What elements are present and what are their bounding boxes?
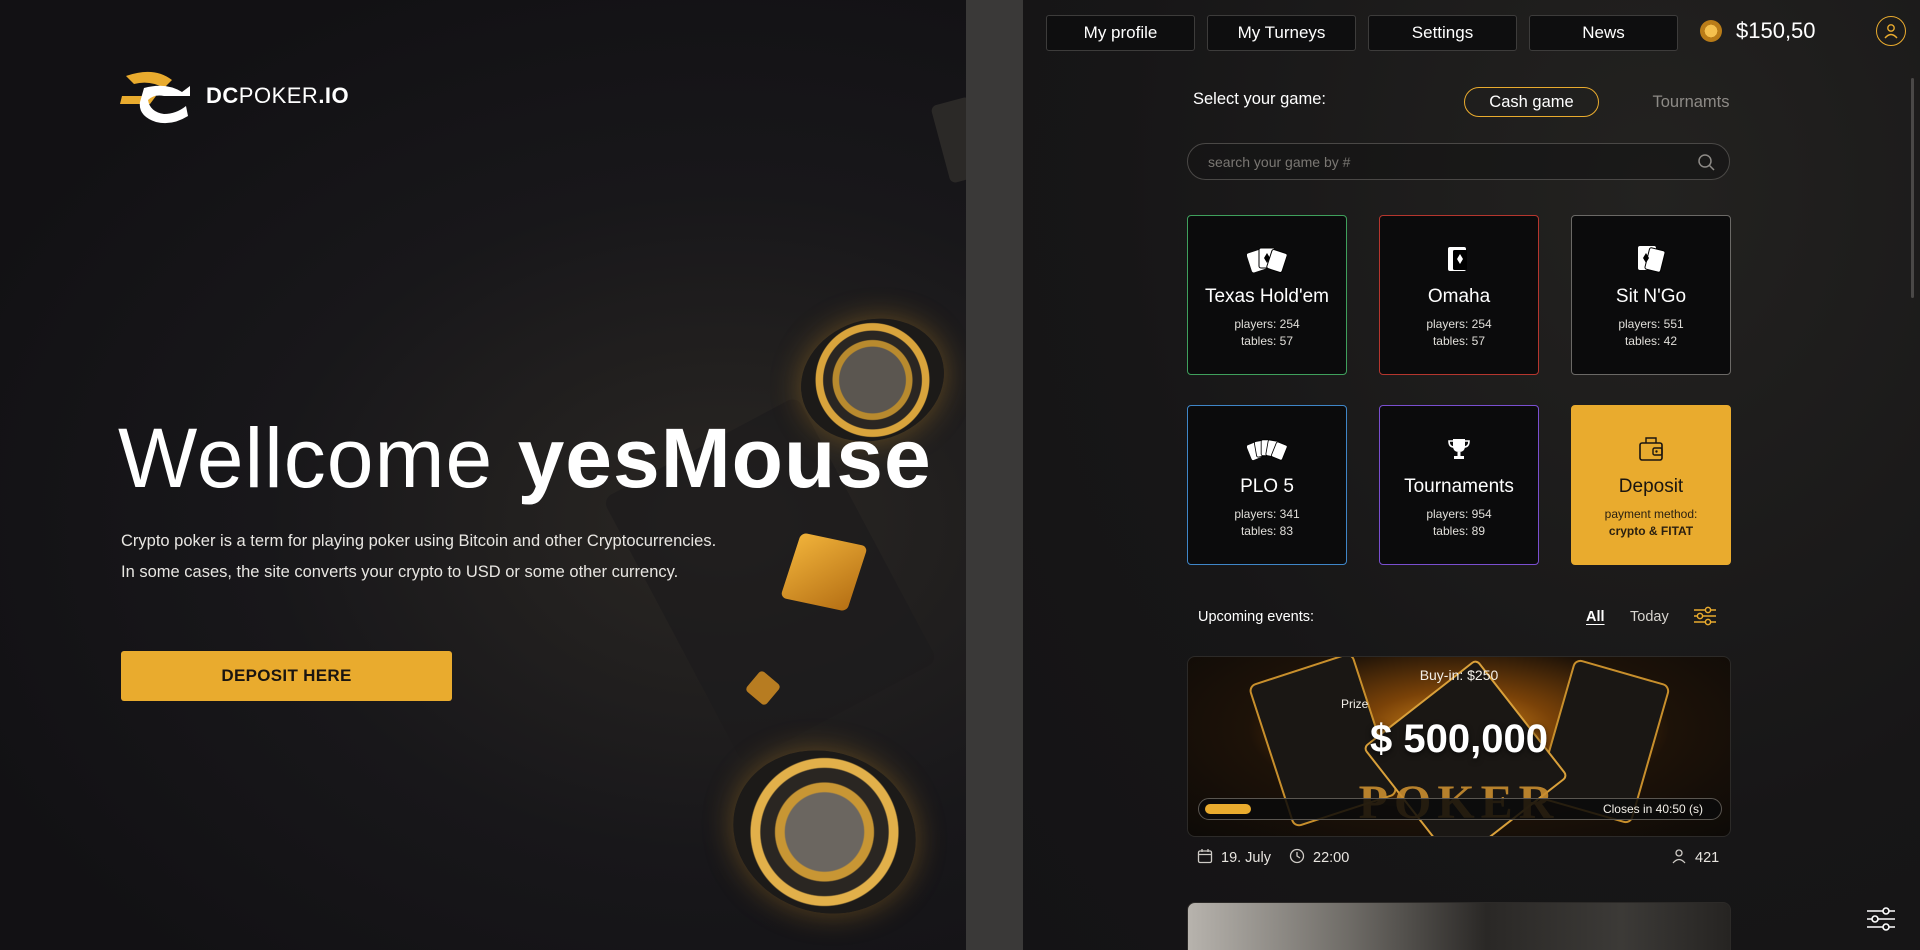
tab-tournaments[interactable]: Tournamts	[1623, 87, 1759, 117]
tables-count: tables: 57	[1432, 334, 1486, 348]
select-game-label: Select your game:	[1193, 90, 1326, 108]
logo-text: DCPOKER.IO	[206, 83, 350, 108]
event-progress-fill	[1205, 804, 1251, 814]
brand-logo[interactable]: DCPOKER.IO	[120, 68, 349, 124]
trophy-icon	[1439, 434, 1479, 464]
nav-my-turneys[interactable]: My Turneys	[1207, 15, 1356, 51]
clock-icon	[1289, 848, 1305, 868]
calendar-icon	[1197, 848, 1213, 868]
description-line: Crypto poker is a term for playing poker…	[121, 532, 717, 550]
event-time: 22:00	[1289, 848, 1349, 868]
tables-count: tables: 42	[1624, 334, 1678, 348]
game-card-plo5[interactable]: PLO 5 players: 341 tables: 83	[1187, 405, 1347, 565]
welcome-heading: Wellcome yesMouse	[118, 411, 932, 505]
event-progress-bar: Closes in 40:50 (s)	[1198, 798, 1722, 820]
logo-mark-icon	[120, 68, 190, 124]
hero-description: Crypto poker is a term for playing poker…	[121, 526, 716, 588]
sliders-settings-icon[interactable]	[1864, 905, 1898, 935]
cards-pair-icon	[1439, 244, 1479, 274]
event-card[interactable]	[1187, 902, 1731, 950]
nav-settings[interactable]: Settings	[1368, 15, 1517, 51]
event-time-text: 22:00	[1313, 850, 1350, 866]
description-line: In some cases, the site converts your cr…	[121, 563, 679, 581]
nav-my-profile[interactable]: My profile	[1046, 15, 1195, 51]
filter-all[interactable]: All	[1586, 609, 1605, 625]
event-card[interactable]: POKER Buy-in: $250 Prize $ 500,000 Close…	[1187, 656, 1731, 837]
search-box	[1187, 143, 1730, 180]
game-card-texas-holdem[interactable]: Texas Hold'em players: 254 tables: 57	[1187, 215, 1347, 375]
hero-section: DCPOKER.IO Wellcome yesMouse Crypto poke…	[0, 0, 966, 950]
cards-five-icon	[1247, 434, 1287, 464]
user-icon	[1671, 848, 1687, 868]
event-prize-amount: $ 500,000	[1370, 717, 1548, 761]
game-card-omaha[interactable]: Omaha players: 254 tables: 57	[1379, 215, 1539, 375]
filter-sliders-icon[interactable]	[1693, 605, 1717, 632]
balance-amount: $150,50	[1736, 18, 1816, 43]
deposit-card[interactable]: Deposit payment method: crypto & FITAT	[1571, 405, 1731, 565]
username: yesMouse	[517, 411, 932, 505]
game-name: Texas Hold'em	[1204, 286, 1329, 307]
tables-count: tables: 57	[1240, 334, 1294, 348]
players-count: players: 341	[1234, 507, 1300, 521]
search-icon[interactable]	[1697, 153, 1715, 176]
wallet-icon	[1631, 434, 1671, 464]
game-card-tournaments[interactable]: Tournaments players: 954 tables: 89	[1379, 405, 1539, 565]
game-name: Sit N'Go	[1615, 286, 1687, 307]
event-players: 421	[1671, 848, 1719, 868]
players-count: players: 254	[1426, 317, 1492, 331]
app-root: DCPOKER.IO Wellcome yesMouse Crypto poke…	[0, 0, 1920, 950]
game-name: PLO 5	[1240, 476, 1294, 497]
wallet-balance[interactable]: $150,50	[1700, 18, 1816, 44]
game-panel: My profile My Turneys Settings News $150…	[1023, 0, 1920, 950]
decorative-card	[930, 96, 966, 184]
event-buyin: Buy-in: $250	[1419, 667, 1499, 683]
deposit-here-button[interactable]: DEPOSIT HERE	[121, 651, 452, 701]
deposit-title: Deposit	[1618, 476, 1684, 497]
nav-news[interactable]: News	[1529, 15, 1678, 51]
players-count: players: 954	[1426, 507, 1492, 521]
panel-divider	[966, 0, 1023, 950]
players-count: players: 551	[1618, 317, 1684, 331]
event-date: 19. July	[1197, 848, 1271, 868]
top-nav: My profile My Turneys Settings News	[1046, 15, 1678, 51]
upcoming-events-label: Upcoming events:	[1198, 609, 1315, 625]
search-input[interactable]	[1188, 144, 1668, 179]
payment-method-label: payment method:	[1604, 507, 1698, 521]
cards-fan-icon	[1247, 244, 1287, 274]
game-name: Tournaments	[1404, 476, 1514, 497]
tab-cash-game[interactable]: Cash game	[1464, 87, 1599, 117]
event-date-text: 19. July	[1221, 850, 1271, 866]
tables-count: tables: 89	[1432, 524, 1486, 538]
filter-today[interactable]: Today	[1630, 609, 1669, 625]
game-card-sit-n-go[interactable]: Sit N'Go players: 551 tables: 42	[1571, 215, 1731, 375]
tables-count: tables: 83	[1240, 524, 1294, 538]
payment-method-value: crypto & FITAT	[1608, 524, 1694, 538]
game-name: Omaha	[1427, 286, 1491, 307]
players-count: players: 254	[1234, 317, 1300, 331]
user-avatar-icon[interactable]	[1876, 16, 1906, 46]
scrollbar[interactable]	[1911, 78, 1914, 298]
event-closes-timer: Closes in 40:50 (s)	[1602, 802, 1703, 816]
event-prize-label: Prize	[1341, 697, 1369, 711]
event-players-count: 421	[1695, 850, 1720, 866]
cards-diamond-icon	[1631, 244, 1671, 274]
coin-icon	[1700, 20, 1722, 42]
